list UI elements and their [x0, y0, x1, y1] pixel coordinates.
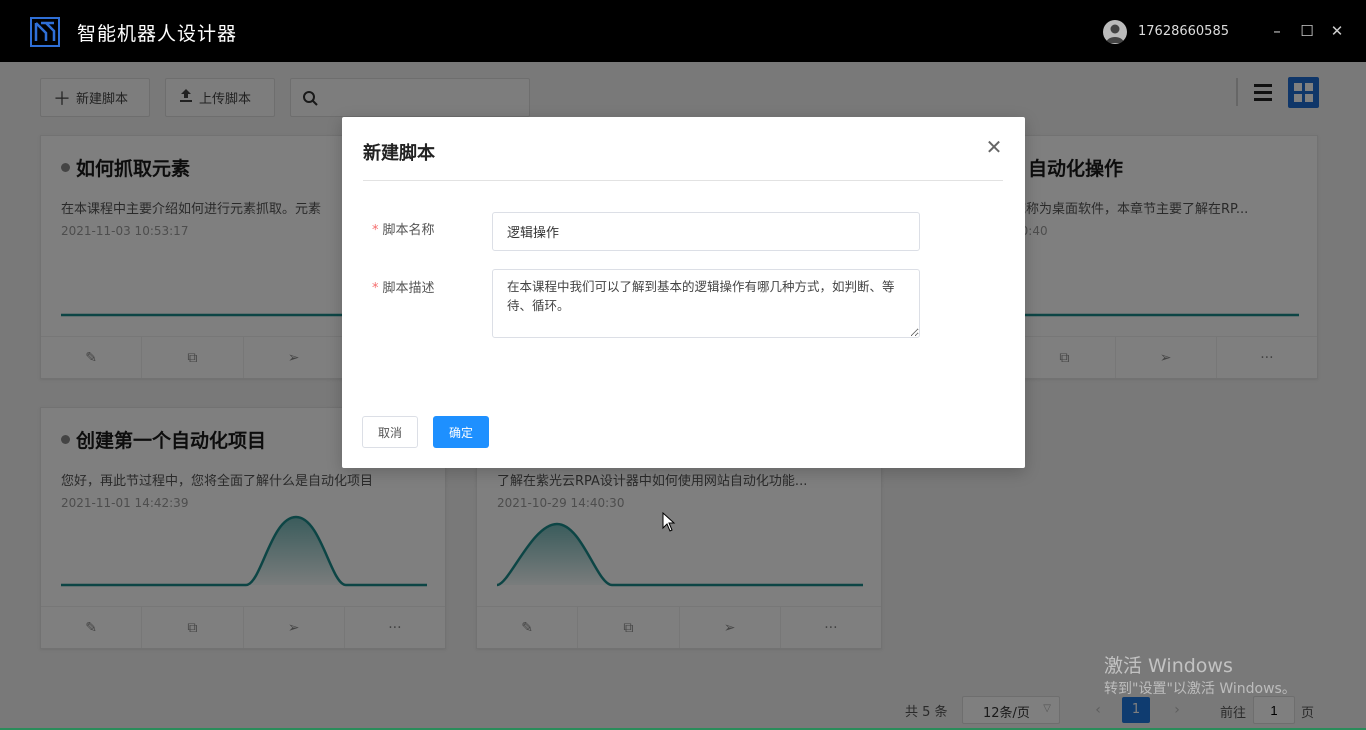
script-desc-label: * 脚本描述	[372, 281, 435, 296]
required-mark: *	[372, 223, 379, 238]
close-window-button[interactable]: ✕	[1324, 18, 1350, 44]
avatar-icon[interactable]	[1103, 20, 1127, 44]
script-desc-textarea[interactable]: 在本课程中我们可以了解到基本的逻辑操作有哪几种方式，如判断、等待、循环。	[492, 269, 920, 338]
user-name[interactable]: 17628660585	[1138, 24, 1229, 39]
maximize-button[interactable]: ☐	[1294, 18, 1320, 44]
activation-watermark-subtitle: 转到"设置"以激活 Windows。	[1104, 681, 1296, 697]
cancel-button[interactable]: 取消	[362, 416, 418, 448]
app-logo-icon	[30, 17, 60, 47]
app-title: 智能机器人设计器	[77, 23, 238, 45]
mouse-cursor-icon	[662, 512, 676, 532]
title-bar: 智能机器人设计器 17628660585 – ☐ ✕	[0, 0, 1366, 62]
script-name-input[interactable]	[492, 212, 920, 251]
dialog-title: 新建脚本	[363, 143, 435, 164]
dialog-divider	[363, 180, 1003, 181]
required-mark: *	[372, 281, 379, 296]
close-icon[interactable]: ✕	[982, 135, 1006, 159]
minimize-button[interactable]: –	[1264, 18, 1290, 44]
new-script-dialog: 新建脚本 ✕ *脚本名称 *脚本描述 在本课程中我们可以了解到基本的逻辑操作有哪…	[342, 117, 1025, 468]
confirm-button[interactable]: 确定	[433, 416, 489, 448]
activation-watermark-title: 激活 Windows	[1104, 655, 1233, 677]
script-name-label: * 脚本名称	[372, 223, 435, 238]
